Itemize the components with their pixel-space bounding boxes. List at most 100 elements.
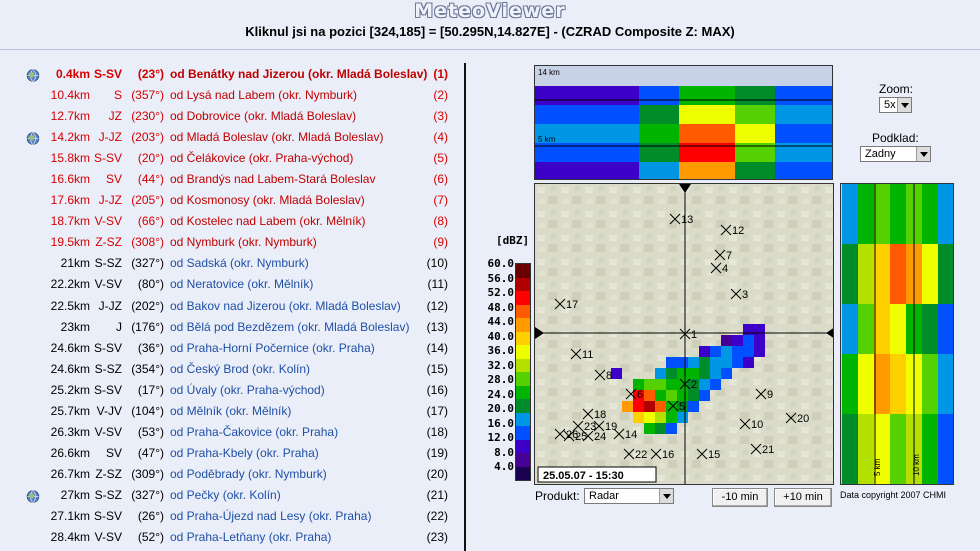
plus-10-min-button[interactable]: +10 min — [774, 488, 832, 507]
side-echo-cell — [890, 214, 906, 224]
place-index: (14) — [426, 340, 448, 355]
top-echo-cell — [799, 162, 807, 179]
place-row[interactable]: 17.6km J-JZ (205°) od Kosmonosy (okr. Mladá… — [0, 190, 460, 211]
town-marker-label: 6 — [637, 389, 643, 401]
place-row[interactable]: 26.7km Z-SZ (309°) od Poděbrady (okr. Nymbu… — [0, 464, 460, 485]
place-name[interactable]: od Praha-Letňany (okr. Praha) — [170, 527, 331, 548]
side-echo-cell — [858, 414, 874, 424]
side-echo-cell — [922, 364, 938, 374]
side-echo-cell — [890, 404, 906, 414]
place-name[interactable]: od Praha-Horní Počernice (okr. Praha) — [170, 338, 375, 359]
place-distance: 25.2km — [50, 382, 90, 397]
place-row[interactable]: 24.6km S-SV (36°) od Praha-Horní Počernice … — [0, 338, 460, 359]
place-name[interactable]: od Úvaly (okr. Praha-východ) — [170, 380, 325, 401]
side-echo-cell — [858, 364, 874, 374]
place-distance: 25.7km — [50, 403, 90, 418]
place-name[interactable]: od Brandýs nad Labem-Stará Boleslav — [170, 169, 375, 190]
top-echo-cell — [583, 105, 591, 124]
zoom-select[interactable]: 5x — [879, 97, 912, 113]
top-echo-cell — [783, 162, 791, 179]
place-row[interactable]: 23km J (176°) od Bělá pod Bezdězem (okr. Ml… — [0, 317, 460, 338]
place-name[interactable]: od Bělá pod Bezdězem (okr. Mladá Bolesla… — [170, 317, 409, 338]
place-row[interactable]: 26.3km V-SV (53°) od Praha-Čakovice (okr. P… — [0, 422, 460, 443]
place-row[interactable]: 28.4km V-SV (52°) od Praha-Letňany (okr. Pr… — [0, 527, 460, 548]
top-echo-cell — [767, 124, 775, 143]
place-name[interactable]: od Český Brod (okr. Kolín) — [170, 359, 310, 380]
place-name[interactable]: od Praha-Újezd nad Lesy (okr. Praha) — [170, 506, 371, 527]
top-echo-cell — [623, 86, 631, 105]
echo-cell — [688, 357, 699, 368]
place-name[interactable]: od Sadská (okr. Nymburk) — [170, 253, 309, 274]
place-row[interactable]: 26.6km SV (47°) od Praha-Kbely (okr. Praha)… — [0, 443, 460, 464]
data-copyright: Data copyright 2007 CHMI — [840, 490, 947, 500]
place-row[interactable]: 14.2km J-JZ (203°) od Mladá Boleslav (okr. … — [0, 127, 460, 148]
place-distance: 17.6km — [50, 193, 90, 208]
side-echo-cell — [842, 424, 858, 434]
side-echo-cell — [890, 314, 906, 324]
place-name[interactable]: od Mladá Boleslav (okr. Mladá Boleslav) — [170, 127, 383, 148]
globe-icon[interactable] — [26, 68, 40, 82]
side-echo-cell — [874, 424, 890, 434]
place-name[interactable]: od Poděbrady (okr. Nymburk) — [170, 464, 327, 485]
place-index: (21) — [426, 487, 448, 502]
top-echo-cell — [551, 105, 559, 124]
side-echo-cell — [858, 294, 874, 304]
place-row[interactable]: 25.7km V-JV (104°) od Mělník (okr. Mělník) (… — [0, 401, 460, 422]
place-name[interactable]: od Praha-Kbely (okr. Praha) — [170, 443, 319, 464]
produkt-select[interactable]: Radar — [584, 488, 674, 504]
place-row[interactable]: 27km S-SZ (327°) od Pečky (okr. Kolín) (21) — [0, 485, 460, 506]
place-row[interactable]: 21km S-SZ (327°) od Sadská (okr. Nymburk) (1… — [0, 253, 460, 274]
place-row[interactable]: 12.7km JZ (230°) od Dobrovice (okr. Mladá B… — [0, 106, 460, 127]
place-name[interactable]: od Kostelec nad Labem (okr. Mělník) — [170, 211, 365, 232]
place-direction: SV — [105, 172, 122, 187]
top-echo-cell — [583, 86, 591, 105]
side-echo-cell — [922, 294, 938, 304]
place-name[interactable]: od Kosmonosy (okr. Mladá Boleslav) — [170, 190, 365, 211]
place-row[interactable]: 0.4km S-SV (23°) od Benátky nad Jizerou (ok… — [0, 64, 460, 85]
side-echo-cell — [874, 224, 890, 234]
side-echo-cell — [858, 324, 874, 334]
minus-10-min-button[interactable]: -10 min — [712, 488, 768, 507]
top-echo-cell — [815, 124, 823, 143]
legend-label: 24.0 — [487, 387, 515, 401]
side-echo-cell — [858, 254, 874, 264]
place-name[interactable]: od Dobrovice (okr. Mladá Boleslav) — [170, 106, 356, 127]
globe-icon[interactable] — [26, 131, 40, 145]
echo-cell — [655, 401, 666, 412]
place-name[interactable]: od Mělník (okr. Mělník) — [170, 401, 291, 422]
place-row[interactable]: 18.7km V-SV (66°) od Kostelec nad Labem (ok… — [0, 211, 460, 232]
top-cross-section[interactable]: 14 km 5 km — [534, 65, 833, 180]
place-name[interactable]: od Neratovice (okr. Mělník) — [170, 274, 313, 295]
place-name[interactable]: od Pečky (okr. Kolín) — [170, 485, 281, 506]
place-row[interactable]: 27.1km S-SV (26°) od Praha-Újezd nad Lesy (… — [0, 506, 460, 527]
side-cross-section[interactable]: 5 km 10 km — [840, 183, 954, 485]
place-row[interactable]: 15.8km S-SV (20°) od Čelákovice (okr. Praha… — [0, 148, 460, 169]
place-name[interactable]: od Praha-Čakovice (okr. Praha) — [170, 422, 338, 443]
place-name[interactable]: od Čelákovice (okr. Praha-východ) — [170, 148, 353, 169]
radar-map[interactable]: 1 2 3 4 5 6 7 8 9 10 11 12 13 14 15 16 17 18 19 20 21 22 23 24 2… — [534, 183, 834, 485]
top-echo-cell — [615, 105, 623, 124]
place-name[interactable]: od Benátky nad Jizerou (okr. Mladá Boles… — [170, 64, 427, 85]
globe-icon[interactable] — [26, 489, 40, 503]
top-echo-cell — [623, 105, 631, 124]
place-name[interactable]: od Lysá nad Labem (okr. Nymburk) — [170, 85, 357, 106]
place-row[interactable]: 22.5km J-JZ (202°) od Bakov nad Jizerou (ok… — [0, 296, 460, 317]
place-name[interactable]: od Bakov nad Jizerou (okr. Mladá Bolesla… — [170, 296, 401, 317]
place-row[interactable]: 22.2km V-SV (80°) od Neratovice (okr. Mělní… — [0, 274, 460, 295]
place-distance: 23km — [60, 319, 90, 334]
place-row[interactable]: 24.6km S-SZ (354°) od Český Brod (okr. Kolí… — [0, 359, 460, 380]
place-row[interactable]: 16.6km SV (44°) od Brandýs nad Labem-Stará … — [0, 169, 460, 190]
side-echo-cell — [858, 234, 874, 244]
place-row[interactable]: 19.5km Z-SZ (308°) od Nymburk (okr. Nymburk… — [0, 232, 460, 253]
place-name[interactable]: od Nymburk (okr. Nymburk) — [170, 232, 317, 253]
top-echo-cell — [799, 105, 807, 124]
place-row[interactable]: 10.4km S (357°) od Lysá nad Labem (okr. Nym… — [0, 85, 460, 106]
side-echo-cell — [842, 364, 858, 374]
place-row[interactable]: 25.2km S-SV (17°) od Úvaly (okr. Praha-vých… — [0, 380, 460, 401]
side-echo-cell — [858, 194, 874, 204]
top-echo-cell — [791, 162, 799, 179]
podklad-select[interactable]: Zadny — [860, 146, 931, 162]
legend-swatch — [516, 439, 530, 453]
top-echo-cell — [679, 86, 687, 105]
top-echo-cell — [703, 105, 711, 124]
